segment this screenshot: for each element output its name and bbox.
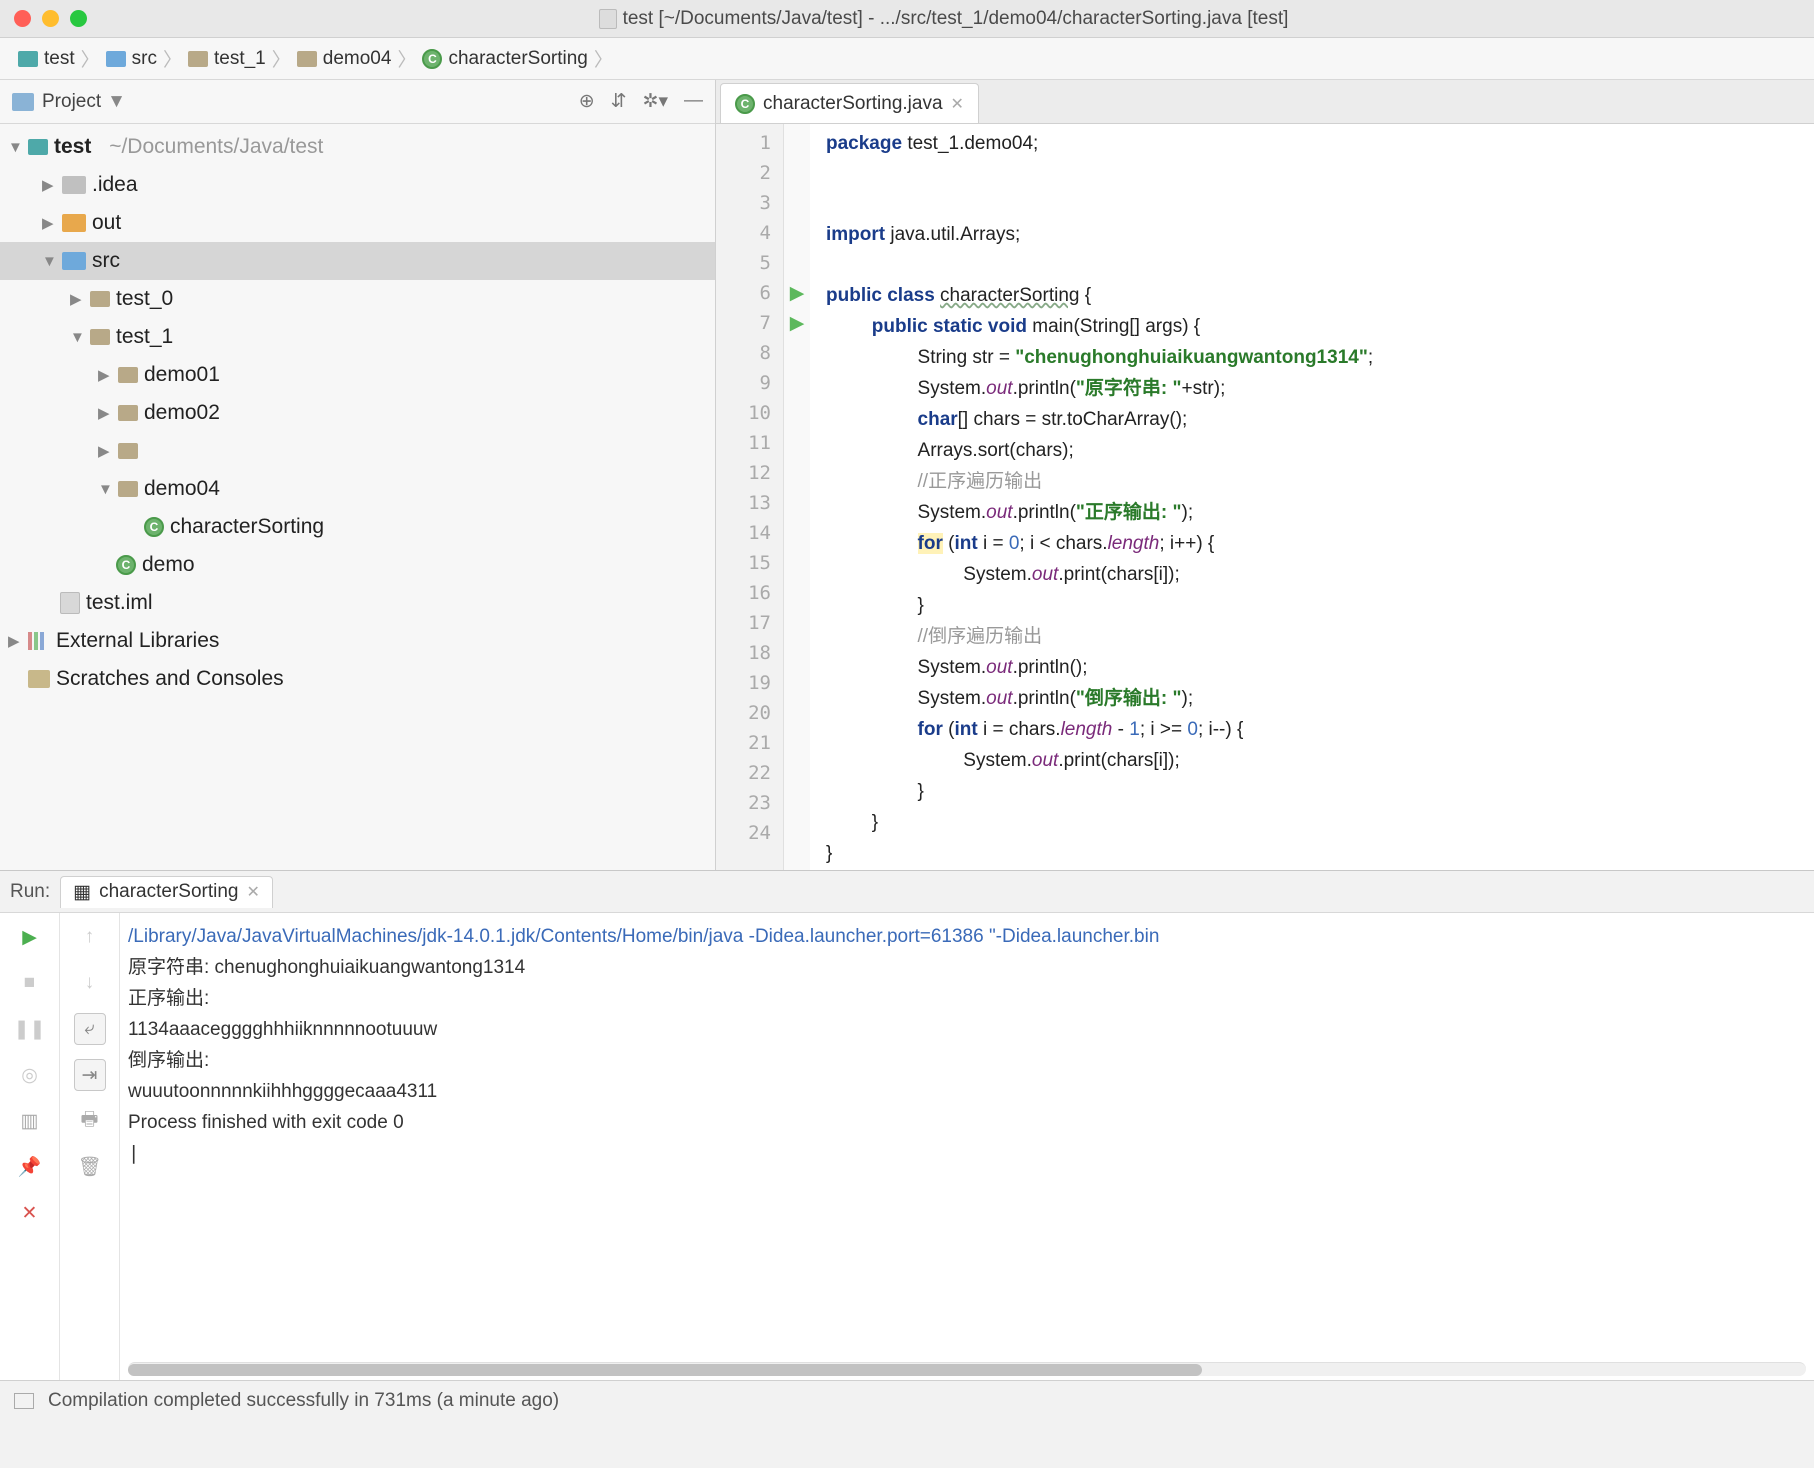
- run-gutter-icon[interactable]: ▶: [784, 308, 810, 338]
- tree-root[interactable]: ▼test ~/Documents/Java/test: [0, 128, 715, 166]
- breadcrumb-item[interactable]: demo04: [293, 48, 396, 70]
- tree-ext-libs[interactable]: ▶External Libraries: [0, 622, 715, 660]
- horizontal-scrollbar[interactable]: [128, 1362, 1806, 1376]
- tree-item[interactable]: ▼demo04: [0, 470, 715, 508]
- project-sidebar: Project ▼ ⊕ ⇵ ✲▾ — ▼test ~/Documents/Jav…: [0, 80, 716, 870]
- editor-tab[interactable]: C characterSorting.java ✕: [720, 83, 979, 123]
- chevron-down-icon[interactable]: ▼: [107, 91, 126, 113]
- package-icon: [188, 51, 208, 67]
- document-icon: [599, 9, 617, 29]
- breadcrumb-item[interactable]: test_1: [184, 48, 270, 70]
- scratches-icon: [28, 670, 50, 688]
- rerun-icon[interactable]: ▶: [14, 921, 46, 953]
- tree-item[interactable]: ▼test_1: [0, 318, 715, 356]
- folder-icon: [62, 176, 86, 194]
- class-icon: C: [116, 555, 136, 575]
- window-titlebar: test [~/Documents/Java/test] - .../src/t…: [0, 0, 1814, 38]
- package-icon: [118, 367, 138, 383]
- hide-icon[interactable]: —: [684, 90, 703, 113]
- close-icon[interactable]: [14, 10, 31, 27]
- tree-item-src[interactable]: ▼src: [0, 242, 715, 280]
- editor-pane: C characterSorting.java ✕ 12345678910111…: [716, 80, 1814, 870]
- up-icon[interactable]: ↑: [74, 921, 106, 953]
- code-editor[interactable]: 123456789101112131415161718192021222324 …: [716, 124, 1814, 870]
- run-label: Run:: [10, 881, 50, 903]
- status-bar: Compilation completed successfully in 73…: [0, 1380, 1814, 1420]
- class-icon: C: [735, 94, 755, 114]
- breadcrumb-item[interactable]: CcharacterSorting: [418, 48, 591, 70]
- stop-icon[interactable]: ■: [14, 967, 46, 999]
- close-run-icon[interactable]: ✕: [14, 1197, 46, 1229]
- tree-item[interactable]: ▶demo02: [0, 394, 715, 432]
- module-icon: [28, 139, 48, 155]
- window-controls: [14, 10, 87, 27]
- tree-file[interactable]: CcharacterSorting: [0, 508, 715, 546]
- package-icon: [118, 481, 138, 497]
- tree-file[interactable]: Cdemo: [0, 546, 715, 584]
- breadcrumb-item[interactable]: test: [14, 48, 79, 70]
- run-tab[interactable]: ▦ characterSorting ✕: [60, 876, 273, 908]
- down-icon[interactable]: ↓: [74, 967, 106, 999]
- breadcrumb: test〉 src〉 test_1〉 demo04〉 CcharacterSor…: [0, 38, 1814, 80]
- run-tab-icon: ▦: [73, 881, 91, 904]
- run-tab-label: characterSorting: [99, 881, 238, 903]
- package-icon: [297, 51, 317, 67]
- source-folder-icon: [62, 252, 86, 270]
- sidebar-title: Project: [42, 91, 101, 113]
- run-panel: Run: ▦ characterSorting ✕ ▶ ■ ❚❚ ◎ ▥ 📌 ✕…: [0, 870, 1814, 1380]
- layout-icon[interactable]: ▥: [14, 1105, 46, 1137]
- pause-icon[interactable]: ❚❚: [14, 1013, 46, 1045]
- code-text[interactable]: package test_1.demo04; import java.util.…: [810, 124, 1814, 870]
- class-icon: C: [422, 49, 442, 69]
- run-header: Run: ▦ characterSorting ✕: [0, 871, 1814, 913]
- project-icon: [12, 93, 34, 111]
- pin-icon[interactable]: 📌: [14, 1151, 46, 1183]
- scrollbar-thumb[interactable]: [128, 1364, 1202, 1376]
- scroll-end-icon[interactable]: ⇥: [74, 1059, 106, 1091]
- run-gutter-icon[interactable]: ▶: [784, 278, 810, 308]
- close-icon[interactable]: ✕: [247, 882, 260, 902]
- line-gutter: 123456789101112131415161718192021222324: [716, 124, 784, 870]
- tree-scratches[interactable]: Scratches and Consoles: [0, 660, 715, 698]
- libraries-icon: [28, 632, 50, 650]
- iml-icon: [60, 592, 80, 614]
- close-icon[interactable]: ✕: [951, 94, 964, 114]
- trash-icon[interactable]: 🗑: [74, 1151, 106, 1183]
- breadcrumb-item[interactable]: src: [102, 48, 161, 70]
- tree-file[interactable]: test.iml: [0, 584, 715, 622]
- package-icon: [90, 291, 110, 307]
- run-sub-toolbar: ↑ ↓ ⤶ ⇥ 🖶 🗑: [60, 913, 120, 1380]
- tab-label: characterSorting.java: [763, 93, 943, 115]
- locate-icon[interactable]: ⊕: [579, 90, 595, 113]
- project-tree[interactable]: ▼test ~/Documents/Java/test ▶.idea ▶out …: [0, 124, 715, 870]
- folder-icon: [62, 214, 86, 232]
- package-icon: [90, 329, 110, 345]
- console-output[interactable]: /Library/Java/JavaVirtualMachines/jdk-14…: [120, 913, 1814, 1362]
- tree-item[interactable]: ▶demo01: [0, 356, 715, 394]
- status-text: Compilation completed successfully in 73…: [48, 1390, 559, 1412]
- class-icon: C: [144, 517, 164, 537]
- dump-icon[interactable]: ◎: [14, 1059, 46, 1091]
- window-title: test [~/Documents/Java/test] - .../src/t…: [87, 8, 1800, 30]
- module-icon: [18, 51, 38, 67]
- run-toolbar: ▶ ■ ❚❚ ◎ ▥ 📌 ✕: [0, 913, 60, 1380]
- folder-icon: [106, 51, 126, 67]
- tree-item[interactable]: ▶test_0: [0, 280, 715, 318]
- minimize-icon[interactable]: [42, 10, 59, 27]
- collapse-icon[interactable]: ⇵: [611, 90, 627, 113]
- tree-item[interactable]: ▶out: [0, 204, 715, 242]
- package-icon: [118, 405, 138, 421]
- status-icon[interactable]: [14, 1393, 34, 1409]
- title-text: test [~/Documents/Java/test] - .../src/t…: [623, 8, 1289, 30]
- gutter-icons: ▶ ▶: [784, 124, 810, 870]
- editor-tabs: C characterSorting.java ✕: [716, 80, 1814, 124]
- maximize-icon[interactable]: [70, 10, 87, 27]
- tree-item[interactable]: ▶: [0, 432, 715, 470]
- print-icon[interactable]: 🖶: [74, 1105, 106, 1137]
- settings-icon[interactable]: ✲▾: [643, 90, 668, 113]
- package-icon: [118, 443, 138, 459]
- tree-item[interactable]: ▶.idea: [0, 166, 715, 204]
- sidebar-header[interactable]: Project ▼ ⊕ ⇵ ✲▾ —: [0, 80, 715, 124]
- soft-wrap-icon[interactable]: ⤶: [74, 1013, 106, 1045]
